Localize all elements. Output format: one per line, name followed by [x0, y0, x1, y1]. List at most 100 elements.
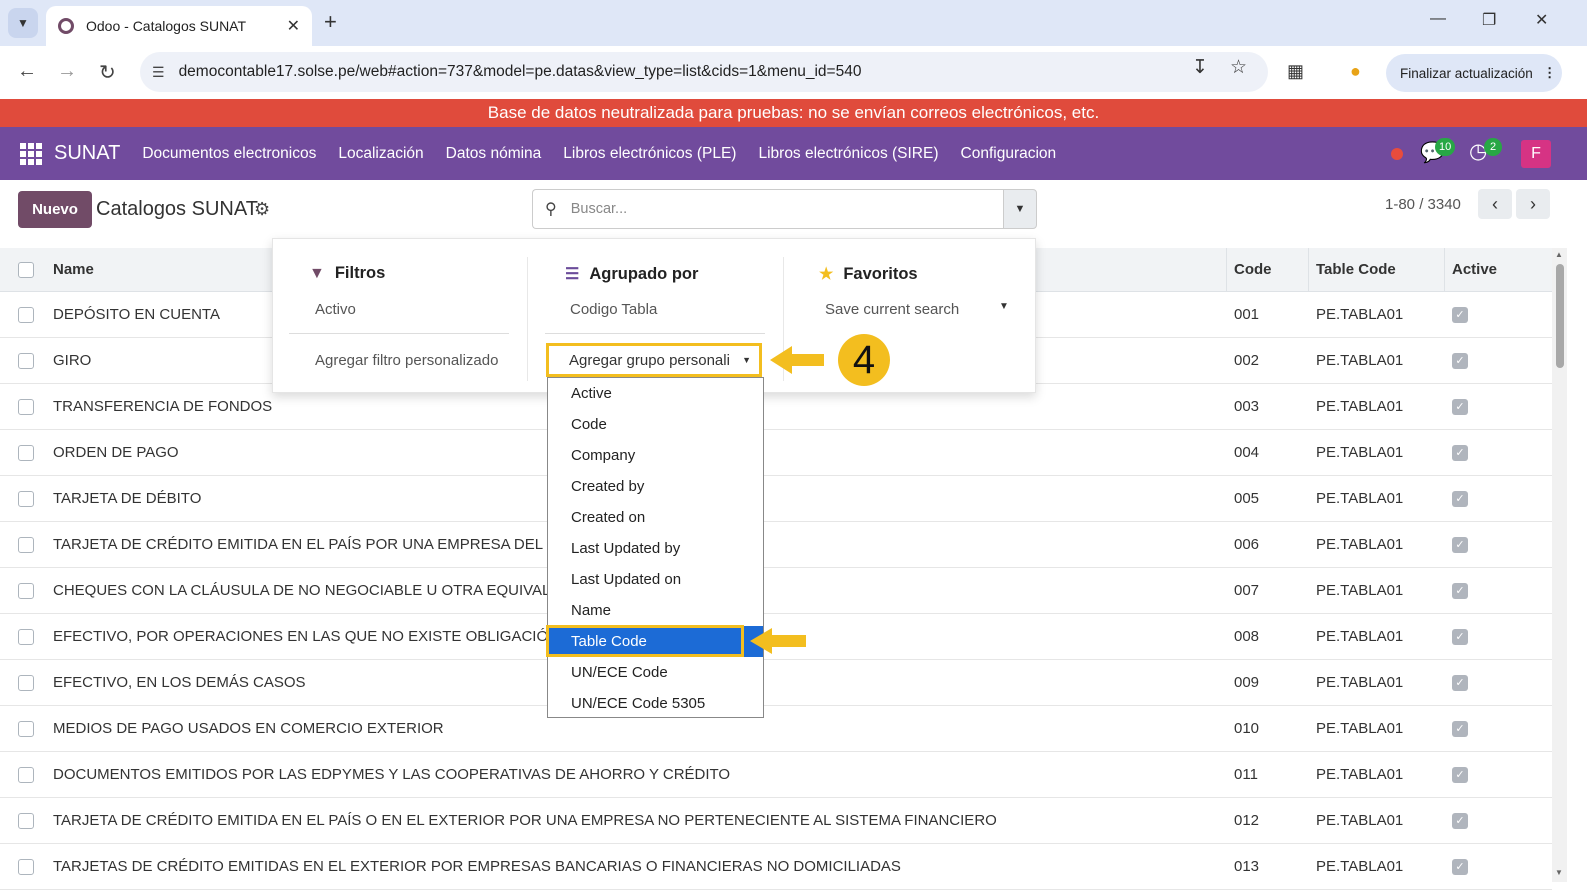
scrollbar-thumb[interactable] [1556, 264, 1564, 368]
menu-libros-ple[interactable]: Libros electrónicos (PLE) [563, 145, 736, 163]
row-checkbox[interactable] [18, 767, 34, 783]
group-option[interactable]: Created on [548, 502, 763, 533]
user-avatar[interactable]: F [1521, 140, 1551, 168]
column-active[interactable]: Active [1452, 261, 1497, 278]
extensions-icon[interactable]: ▦ [1287, 61, 1304, 82]
site-info-icon[interactable]: ☰ [152, 64, 165, 81]
row-checkbox[interactable] [18, 307, 34, 323]
search-options-toggle-button[interactable]: ▼ [1003, 189, 1037, 229]
update-browser-button[interactable]: Finalizar actualización ⋮ [1386, 54, 1562, 92]
menu-libros-sire[interactable]: Libros electrónicos (SIRE) [758, 145, 938, 163]
annotation-arrow-icon [770, 346, 824, 374]
row-checkbox[interactable] [18, 675, 34, 691]
menu-documentos[interactable]: Documentos electronicos [142, 145, 316, 163]
group-codigo-tabla[interactable]: Codigo Tabla [570, 301, 657, 318]
row-checkbox[interactable] [18, 813, 34, 829]
group-option[interactable]: Name [548, 595, 763, 626]
forward-icon[interactable]: → [57, 60, 77, 83]
save-current-search[interactable]: Save current search [825, 301, 959, 318]
save-search-caret-icon[interactable]: ▼ [999, 301, 1009, 312]
group-option[interactable]: Created by [548, 471, 763, 502]
cell-table-code: PE.TABLA01 [1316, 536, 1404, 553]
gear-icon[interactable]: ⚙ [254, 199, 270, 220]
active-checkbox: ✓ [1452, 813, 1468, 829]
row-checkbox[interactable] [18, 583, 34, 599]
new-tab-icon[interactable]: + [324, 9, 337, 35]
vertical-scrollbar[interactable]: ▲ ▼ [1552, 248, 1567, 882]
back-icon[interactable]: ← [17, 60, 37, 83]
app-brand[interactable]: SUNAT [54, 142, 120, 165]
active-checkbox: ✓ [1452, 583, 1468, 599]
minimize-icon[interactable]: — [1430, 10, 1446, 28]
column-name[interactable]: Name [53, 261, 94, 278]
table-row[interactable]: ORDEN DE PAGO 004 PE.TABLA01 ✓ [0, 430, 1552, 476]
column-code[interactable]: Code [1234, 261, 1272, 278]
cell-name: EFECTIVO, POR OPERACIONES EN LAS QUE NO … [53, 628, 559, 645]
new-record-button[interactable]: Nuevo [18, 191, 92, 228]
custom-group-dropdown: Active Code Company Created by Created on Las… [547, 377, 764, 718]
restore-icon[interactable]: ❐ [1482, 10, 1496, 30]
group-option[interactable]: UN/ECE Code [548, 657, 763, 688]
pager-previous-button[interactable]: ‹ [1478, 189, 1512, 219]
window-close-icon[interactable]: ✕ [1535, 10, 1548, 30]
add-custom-group-select[interactable]: Agregar grupo personali ▼ [546, 343, 762, 377]
menu-configuracion[interactable]: Configuracion [961, 145, 1057, 163]
column-table-code[interactable]: Table Code [1316, 261, 1396, 278]
table-row[interactable]: TARJETAS DE CRÉDITO EMITIDAS EN EL EXTER… [0, 844, 1552, 890]
row-checkbox[interactable] [18, 721, 34, 737]
active-checkbox: ✓ [1452, 445, 1468, 461]
table-row[interactable]: DOCUMENTOS EMITIDOS POR LAS EDPYMES Y LA… [0, 752, 1552, 798]
reload-icon[interactable]: ↻ [99, 60, 116, 85]
group-option[interactable]: Company [548, 440, 763, 471]
cell-code: 007 [1234, 582, 1260, 599]
cell-code: 003 [1234, 398, 1260, 415]
menu-localizacion[interactable]: Localización [338, 145, 423, 163]
table-row[interactable]: CHEQUES CON LA CLÁUSULA DE NO NEGOCIABLE… [0, 568, 1552, 614]
profile-icon[interactable]: ● [1350, 61, 1361, 82]
debug-status-dot-icon[interactable] [1391, 147, 1403, 160]
group-by-title: ☰ Agrupado por [565, 264, 699, 284]
pager-next-button[interactable]: › [1516, 189, 1550, 219]
address-bar[interactable]: ☰ democontable17.solse.pe/web#action=737… [140, 52, 1268, 92]
table-row[interactable]: TARJETA DE CRÉDITO EMITIDA EN EL PAÍS PO… [0, 522, 1552, 568]
tab-close-icon[interactable]: ✕ [287, 16, 300, 36]
row-checkbox[interactable] [18, 399, 34, 415]
row-checkbox[interactable] [18, 537, 34, 553]
bookmark-star-icon[interactable]: ☆ [1230, 56, 1247, 79]
scroll-down-icon[interactable]: ▼ [1555, 868, 1563, 877]
group-option[interactable]: Code [548, 409, 763, 440]
table-row[interactable]: TARJETA DE CRÉDITO EMITIDA EN EL PAÍS O … [0, 798, 1552, 844]
scroll-up-icon[interactable]: ▲ [1555, 250, 1563, 259]
cell-code: 009 [1234, 674, 1260, 691]
update-label: Finalizar actualización [1400, 65, 1533, 81]
cell-table-code: PE.TABLA01 [1316, 582, 1404, 599]
group-option[interactable]: Last Updated on [548, 564, 763, 595]
search-placeholder: Buscar... [570, 201, 628, 217]
browser-tab[interactable]: Odoo - Catalogos SUNAT ✕ [46, 6, 312, 46]
select-all-checkbox[interactable] [18, 262, 34, 278]
app-menu-grid-icon[interactable] [20, 142, 42, 165]
table-row[interactable]: MEDIOS DE PAGO USADOS EN COMERCIO EXTERI… [0, 706, 1552, 752]
filter-activo[interactable]: Activo [315, 301, 356, 318]
menu-datos-nomina[interactable]: Datos nómina [446, 145, 542, 163]
active-checkbox: ✓ [1452, 721, 1468, 737]
pager-value[interactable]: 1-80 / 3340 [1385, 196, 1461, 213]
group-option[interactable]: UN/ECE Code 5305 [548, 688, 763, 719]
group-option[interactable]: Last Updated by [548, 533, 763, 564]
search-input[interactable]: ⚲ Buscar... [532, 189, 1004, 229]
row-checkbox[interactable] [18, 445, 34, 461]
cell-table-code: PE.TABLA01 [1316, 398, 1404, 415]
table-row[interactable]: EFECTIVO, EN LOS DEMÁS CASOS 009 PE.TABLA0… [0, 660, 1552, 706]
group-option[interactable]: Active [548, 378, 763, 409]
tab-search-dropdown-icon[interactable]: ▼ [8, 8, 38, 38]
row-checkbox[interactable] [18, 491, 34, 507]
row-checkbox[interactable] [18, 629, 34, 645]
add-custom-filter[interactable]: Agregar filtro personalizado [315, 352, 498, 369]
browser-menu-icon[interactable]: ⋮ [1543, 65, 1557, 81]
row-checkbox[interactable] [18, 859, 34, 875]
row-checkbox[interactable] [18, 353, 34, 369]
install-app-icon[interactable]: ↧ [1192, 56, 1208, 79]
cell-table-code: PE.TABLA01 [1316, 352, 1404, 369]
active-checkbox: ✓ [1452, 491, 1468, 507]
table-row[interactable]: TARJETA DE DÉBITO 005 PE.TABLA01 ✓ [0, 476, 1552, 522]
